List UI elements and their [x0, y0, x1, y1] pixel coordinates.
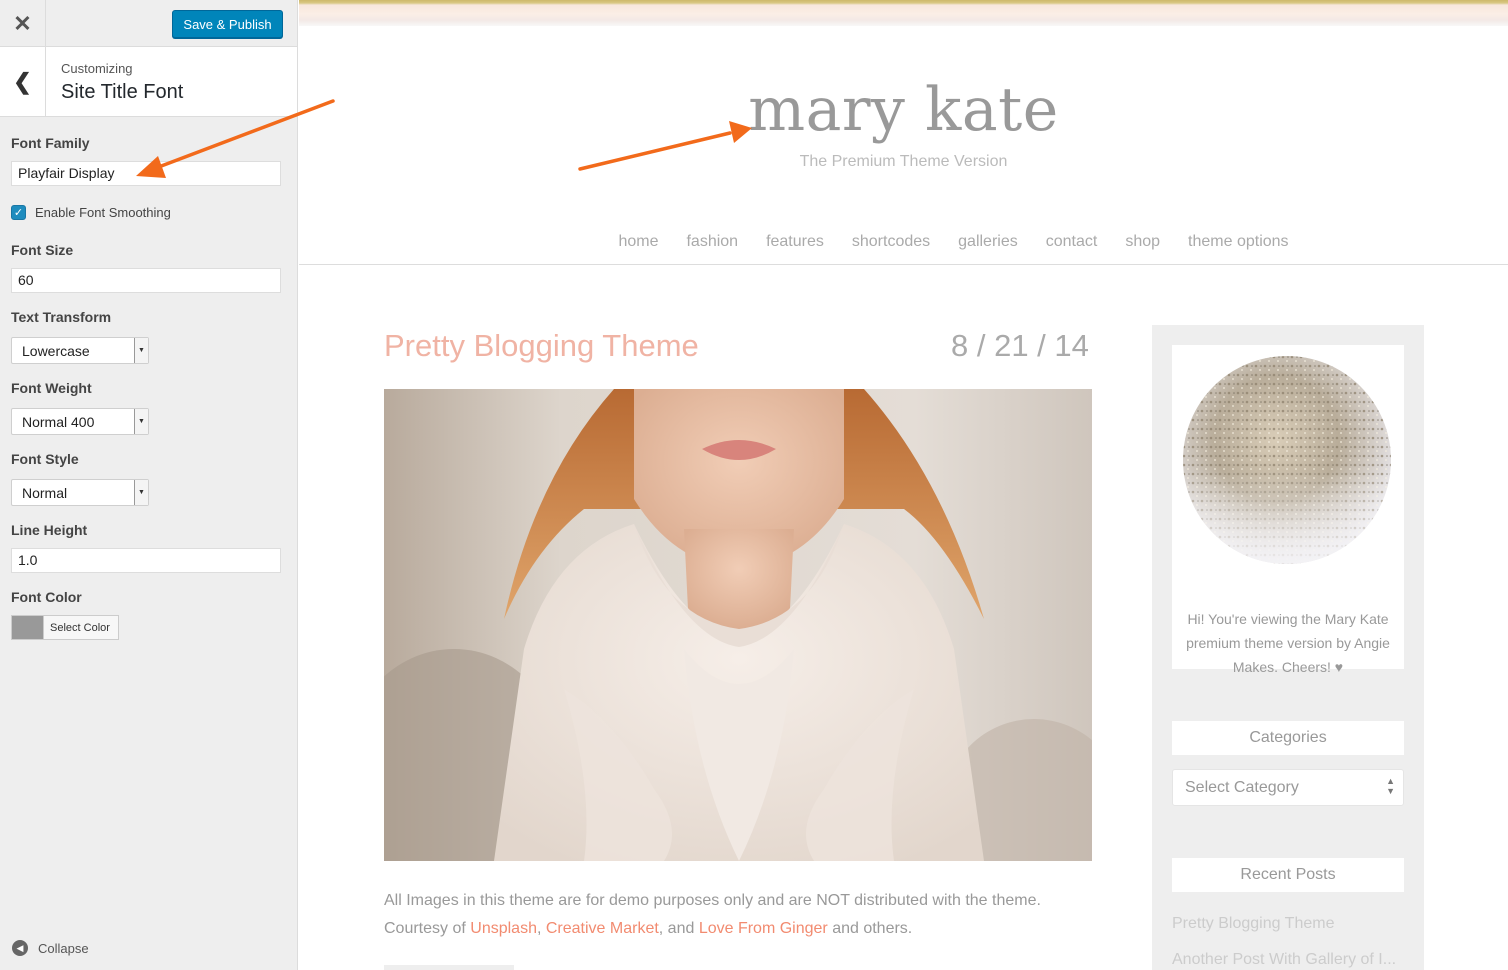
- breadcrumb: Customizing: [61, 61, 133, 76]
- dropdown-arrow-icon: ▼: [134, 338, 148, 363]
- recent-post-link[interactable]: Pretty Blogging Theme: [1172, 915, 1334, 933]
- dropdown-arrow-icon: ▼: [134, 409, 148, 434]
- font-smoothing-label: Enable Font Smoothing: [35, 205, 171, 220]
- nav-item-features[interactable]: features: [766, 233, 824, 251]
- font-color-picker[interactable]: Select Color: [11, 615, 119, 640]
- save-publish-button[interactable]: Save & Publish: [172, 10, 283, 38]
- nav-divider: [299, 264, 1508, 265]
- color-swatch: [12, 616, 43, 639]
- font-family-input[interactable]: Playfair Display: [11, 161, 281, 186]
- close-icon[interactable]: ✕: [0, 0, 46, 47]
- font-style-value: Normal: [22, 484, 68, 501]
- post-excerpt: All Images in this theme are for demo pu…: [384, 887, 1084, 943]
- recent-post-link[interactable]: Another Post With Gallery of I...: [1172, 951, 1396, 969]
- section-title: Site Title Font: [61, 81, 184, 103]
- customizer-header: ✕ Save & Publish: [0, 0, 297, 47]
- site-title[interactable]: mary kate: [299, 80, 1508, 140]
- font-weight-select[interactable]: Normal 400 ▼: [11, 408, 149, 435]
- line-height-label: Line Height: [11, 522, 88, 538]
- link-unsplash[interactable]: Unsplash: [470, 920, 537, 937]
- post-title[interactable]: Pretty Blogging Theme: [384, 328, 699, 364]
- font-size-input[interactable]: 60: [11, 268, 281, 293]
- text-transform-value: Lowercase: [22, 342, 90, 359]
- collapse-button[interactable]: ◀ Collapse: [12, 940, 89, 956]
- recent-posts-title: Recent Posts: [1172, 858, 1404, 892]
- select-color-button[interactable]: Select Color: [43, 616, 118, 639]
- site-tagline: The Premium Theme Version: [799, 153, 1008, 170]
- dropdown-arrow-icon: ▼: [134, 480, 148, 505]
- nav-item-shortcodes[interactable]: shortcodes: [852, 233, 930, 251]
- section-header: ❮ Customizing Site Title Font: [0, 47, 297, 117]
- text-transform-select[interactable]: Lowercase ▼: [11, 337, 149, 364]
- nav-item-contact[interactable]: contact: [1046, 233, 1098, 251]
- site-preview: mary kate The Premium Theme Version home…: [299, 0, 1508, 970]
- read-more-button[interactable]: [384, 965, 514, 970]
- back-arrow-icon[interactable]: ❮: [0, 47, 46, 116]
- text-transform-label: Text Transform: [11, 309, 112, 325]
- font-family-label: Font Family: [11, 135, 90, 151]
- font-smoothing-checkbox[interactable]: ✓: [11, 205, 26, 220]
- nav-item-theme-options[interactable]: theme options: [1188, 233, 1289, 251]
- nav-item-fashion[interactable]: fashion: [686, 233, 738, 251]
- categories-title: Categories: [1172, 721, 1404, 755]
- nav-item-shop[interactable]: shop: [1125, 233, 1160, 251]
- link-love-from-ginger[interactable]: Love From Ginger: [699, 920, 828, 937]
- font-weight-value: Normal 400: [22, 413, 95, 430]
- post-date: 8 / 21 / 14: [951, 328, 1089, 363]
- category-select-value: Select Category: [1185, 779, 1299, 796]
- blog-sidebar: Hi! You're viewing the Mary Kate premium…: [1152, 325, 1424, 970]
- line-height-input[interactable]: 1.0: [11, 548, 281, 573]
- link-creative-market[interactable]: Creative Market: [546, 920, 659, 937]
- font-style-select[interactable]: Normal ▼: [11, 479, 149, 506]
- excerpt-text: , and: [658, 920, 699, 937]
- font-weight-label: Font Weight: [11, 380, 92, 396]
- font-size-label: Font Size: [11, 242, 74, 258]
- nav-item-galleries[interactable]: galleries: [958, 233, 1018, 251]
- collapse-label: Collapse: [38, 940, 89, 956]
- featured-photo: [384, 389, 1092, 861]
- excerpt-text: and others.: [827, 920, 913, 937]
- font-smoothing-row: ✓ Enable Font Smoothing: [11, 205, 171, 220]
- customizer-panel: ✕ Save & Publish ❮ Customizing Site Titl…: [0, 0, 298, 970]
- updown-arrows-icon: ▲ ▼: [1386, 776, 1395, 796]
- collapse-icon: ◀: [12, 940, 28, 956]
- nav-item-home[interactable]: home: [618, 233, 658, 251]
- excerpt-text: ,: [536, 920, 546, 937]
- font-style-label: Font Style: [11, 451, 79, 467]
- font-color-label: Font Color: [11, 589, 82, 605]
- about-text: Hi! You're viewing the Mary Kate premium…: [1186, 611, 1390, 675]
- post-featured-image[interactable]: [384, 389, 1092, 861]
- glitter-circle-image: [1183, 356, 1391, 564]
- category-select[interactable]: Select Category ▲ ▼: [1172, 769, 1404, 806]
- decorative-header-band: [299, 0, 1508, 26]
- about-widget: Hi! You're viewing the Mary Kate premium…: [1172, 345, 1404, 675]
- main-navigation: home fashion features shortcodes galleri…: [299, 233, 1508, 251]
